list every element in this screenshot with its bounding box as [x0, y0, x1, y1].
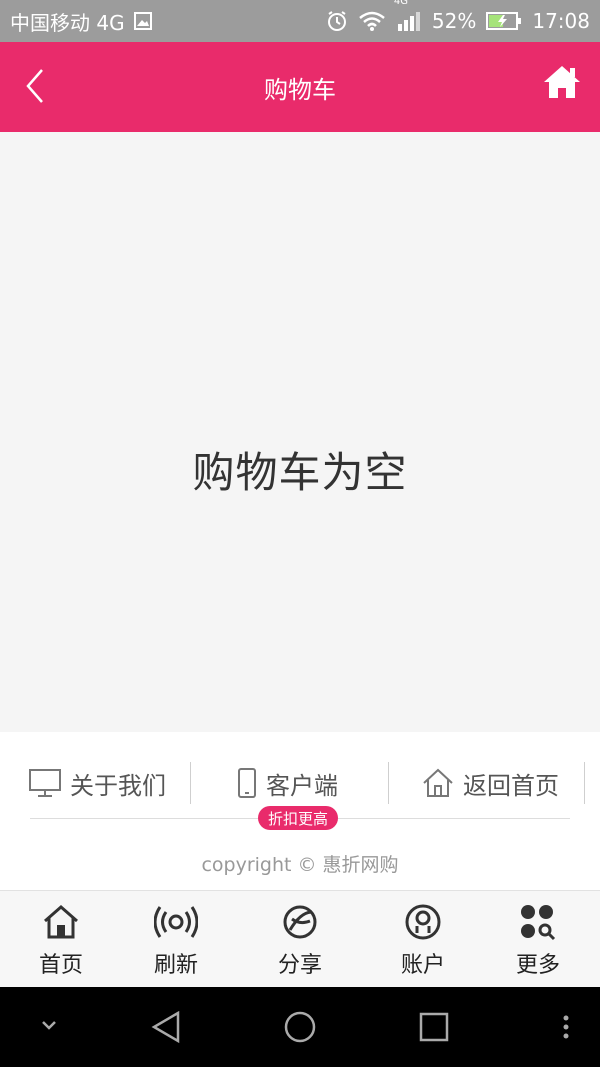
collapse-button[interactable] [38, 1017, 60, 1037]
copyright-text: copyright © 惠折网购 [201, 854, 399, 876]
status-right: 4G 52% 17:08 [326, 0, 590, 33]
tab-refresh-label: 刷新 [153, 953, 198, 978]
tab-more-label: 更多 [515, 953, 560, 978]
recents-system-button[interactable] [418, 1011, 450, 1047]
back-arrow-icon [26, 69, 43, 103]
signal-icon [397, 12, 420, 31]
about-us-link[interactable]: 关于我们 [22, 760, 172, 806]
cellular-signal: 4G [394, 0, 422, 32]
status-left: 中国移动 4G [10, 7, 153, 36]
overflow-menu-button[interactable] [560, 1013, 572, 1045]
client-link[interactable]: 客户端 [222, 760, 352, 806]
promo-badge: 折扣更高 [258, 806, 339, 830]
clock: 17:08 [532, 9, 590, 33]
tab-more[interactable]: 更多 [488, 891, 588, 987]
tab-refresh[interactable]: 刷新 [126, 891, 226, 987]
home-button[interactable] [542, 62, 582, 102]
image-notification-icon [133, 12, 152, 30]
tab-account[interactable]: 账户 [373, 891, 473, 987]
back-system-button[interactable] [150, 1009, 182, 1049]
share-icon [283, 905, 317, 939]
back-button[interactable] [22, 64, 52, 110]
wifi-icon [359, 11, 385, 31]
home-system-button[interactable] [282, 1009, 318, 1049]
bottom-tab-bar: 首页 刷新 分享 账户 更多 [0, 890, 600, 987]
header-bar: 购物车 [0, 42, 600, 132]
page-title: 购物车 [264, 75, 336, 104]
divider [584, 762, 585, 804]
circle-home-icon [284, 1011, 316, 1043]
tab-share[interactable]: 分享 [250, 891, 350, 987]
return-home-link[interactable]: 返回首页 [414, 760, 566, 806]
house-outline-icon [423, 768, 453, 797]
vertical-dots-icon [563, 1015, 569, 1039]
status-bar: 中国移动 4G 4G 52% 17:08 [0, 0, 600, 42]
chevron-down-icon [42, 1021, 56, 1030]
tab-home-label: 首页 [38, 953, 83, 978]
battery-charging-icon [486, 12, 522, 30]
tab-share-label: 分享 [277, 953, 322, 978]
carrier-label: 中国移动 4G [10, 10, 125, 35]
home-icon [44, 905, 78, 939]
alarm-icon [327, 11, 346, 31]
network-badge: 4G [393, 0, 409, 7]
tab-home[interactable]: 首页 [11, 891, 111, 987]
footer-links: 关于我们 客户端 返回首页 [0, 760, 600, 806]
phone-icon [238, 768, 256, 798]
square-recents-icon [419, 1012, 449, 1042]
account-icon [405, 904, 441, 940]
monitor-icon [29, 769, 61, 797]
more-icon [521, 905, 556, 941]
client-label: 客户端 [266, 771, 338, 800]
divider [388, 762, 389, 804]
refresh-icon [154, 906, 198, 938]
return-home-label: 返回首页 [463, 771, 559, 800]
home-icon [544, 66, 580, 98]
battery-percent: 52% [431, 9, 477, 33]
cart-content: 购物车为空 [0, 132, 600, 732]
empty-cart-message: 购物车为空 [192, 448, 408, 497]
system-nav-bar [0, 987, 600, 1067]
about-us-label: 关于我们 [70, 771, 166, 800]
tab-account-label: 账户 [400, 953, 445, 978]
back-triangle-icon [151, 1010, 180, 1044]
divider [190, 762, 191, 804]
